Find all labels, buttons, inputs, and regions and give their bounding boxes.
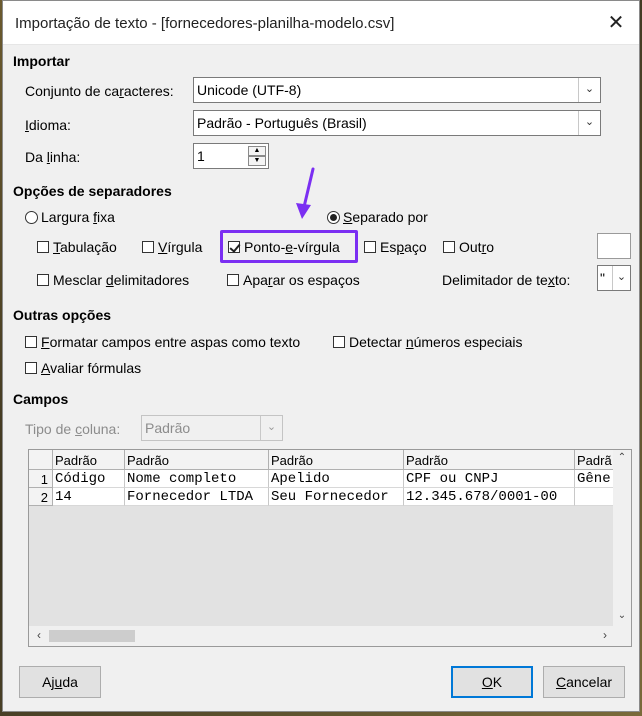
section-outras-opcoes: Outras opções	[13, 307, 112, 323]
scroll-down-icon[interactable]: ⌄	[613, 610, 631, 626]
section-campos: Campos	[13, 391, 69, 407]
linha-label: Da linha:	[25, 149, 81, 165]
radio-icon	[25, 211, 38, 224]
checkbox-icon	[333, 336, 345, 348]
column-header[interactable]: Padrão	[125, 450, 269, 470]
increment-icon[interactable]: ▲	[248, 146, 266, 156]
annotation-arrow-icon	[296, 167, 315, 219]
outro-separator-input[interactable]	[597, 233, 631, 259]
table-cell: CPF ou CNPJ	[404, 470, 575, 488]
scroll-thumb[interactable]	[49, 630, 135, 642]
checkbox-icon	[142, 241, 154, 253]
ok-button[interactable]: OK	[451, 666, 533, 698]
close-icon[interactable]: ✕	[601, 9, 631, 37]
checkbox-virgula[interactable]: Vírgula	[142, 239, 202, 255]
radio-selected-icon	[327, 211, 340, 224]
checkbox-outro[interactable]: Outro	[443, 239, 494, 255]
checkbox-mesclar-delimitadores[interactable]: Mesclar delimitadores	[37, 272, 189, 288]
charset-select[interactable]: Unicode (UTF-8) ⌄	[193, 77, 601, 103]
checkbox-formatar-campos[interactable]: Formatar campos entre aspas como texto	[25, 334, 300, 350]
scroll-up-icon[interactable]: ⌃	[613, 452, 631, 468]
window-title: Importação de texto - [fornecedores-plan…	[15, 15, 395, 32]
text-import-dialog: Importação de texto - [fornecedores-plan…	[2, 0, 640, 712]
cancel-button[interactable]: Cancelar	[543, 666, 625, 698]
row-header: 1	[29, 470, 53, 488]
idioma-select[interactable]: Padrão - Português (Brasil) ⌄	[193, 110, 601, 136]
checkbox-icon	[227, 274, 239, 286]
scroll-right-icon[interactable]: ›	[597, 628, 613, 644]
column-header[interactable]: Padrão	[269, 450, 404, 470]
table-cell: Fornecedor LTDA	[125, 488, 269, 506]
checkbox-detectar-numeros[interactable]: Detectar números especiais	[333, 334, 523, 350]
delimitador-value: "	[600, 270, 605, 286]
tipo-coluna-label: Tipo de coluna:	[25, 421, 121, 437]
chevron-down-icon: ⌄	[260, 416, 282, 440]
annotation-highlight-box	[220, 230, 358, 263]
section-importar: Importar	[13, 53, 70, 69]
help-button[interactable]: Ajuda	[19, 666, 101, 698]
column-header[interactable]: Padrão	[53, 450, 125, 470]
table-cell: 14	[53, 488, 125, 506]
chevron-down-icon[interactable]: ⌄	[578, 111, 600, 135]
vertical-scrollbar[interactable]: ⌃ ⌄	[613, 450, 631, 628]
linha-stepper[interactable]: 1 ▲ ▼	[193, 143, 269, 169]
checkbox-icon	[25, 362, 37, 374]
row-header: 2	[29, 488, 53, 506]
column-header[interactable]: Padrão	[404, 450, 575, 470]
linha-value: 1	[197, 148, 205, 164]
checkbox-tabulacao[interactable]: Tabulação	[37, 239, 117, 255]
checkbox-icon	[37, 274, 49, 286]
chevron-down-icon[interactable]: ⌄	[612, 266, 630, 290]
table-cell: Seu Fornecedor	[269, 488, 404, 506]
checkbox-icon	[25, 336, 37, 348]
checkbox-icon	[37, 241, 49, 253]
scroll-left-icon[interactable]: ‹	[31, 628, 47, 644]
tipo-coluna-value: Padrão	[145, 420, 191, 436]
checkbox-espaco[interactable]: Espaço	[364, 239, 427, 255]
table-cell: Gêne	[575, 470, 615, 488]
checkbox-aparar-espacos[interactable]: Aparar os espaços	[227, 272, 360, 288]
delimitador-texto-select[interactable]: " ⌄	[597, 265, 631, 291]
delimitador-texto-label: Delimitador de texto:	[442, 272, 571, 288]
title-bar: Importação de texto - [fornecedores-plan…	[3, 1, 639, 45]
section-separadores: Opções de separadores	[13, 183, 172, 199]
idioma-value: Padrão - Português (Brasil)	[197, 115, 367, 131]
checkbox-icon	[364, 241, 376, 253]
radio-largura-fixa[interactable]: Largura fixa	[25, 209, 115, 225]
checkbox-icon	[443, 241, 455, 253]
table-cell: Apelido	[269, 470, 404, 488]
idioma-label: Idioma:	[25, 117, 71, 133]
tipo-coluna-select: Padrão ⌄	[141, 415, 283, 441]
table-cell	[575, 488, 615, 506]
column-header[interactable]: Padrã	[575, 450, 615, 470]
preview-grid[interactable]: Padrão Padrão Padrão Padrão Padrã 1 Códi…	[28, 449, 632, 647]
radio-separado-por[interactable]: Separado por	[327, 209, 428, 225]
charset-value: Unicode (UTF-8)	[197, 82, 302, 98]
grid-empty-area	[29, 506, 631, 626]
horizontal-scrollbar[interactable]: ‹ ›	[29, 626, 631, 646]
checkbox-avaliar-formulas[interactable]: Avaliar fórmulas	[25, 360, 141, 376]
table-cell: Nome completo	[125, 470, 269, 488]
charset-label: Conjunto de caracteres:	[25, 83, 174, 99]
chevron-down-icon[interactable]: ⌄	[578, 78, 600, 102]
table-cell: Código	[53, 470, 125, 488]
decrement-icon[interactable]: ▼	[248, 156, 266, 166]
table-cell: 12.345.678/0001-00	[404, 488, 575, 506]
grid-corner	[29, 450, 53, 470]
